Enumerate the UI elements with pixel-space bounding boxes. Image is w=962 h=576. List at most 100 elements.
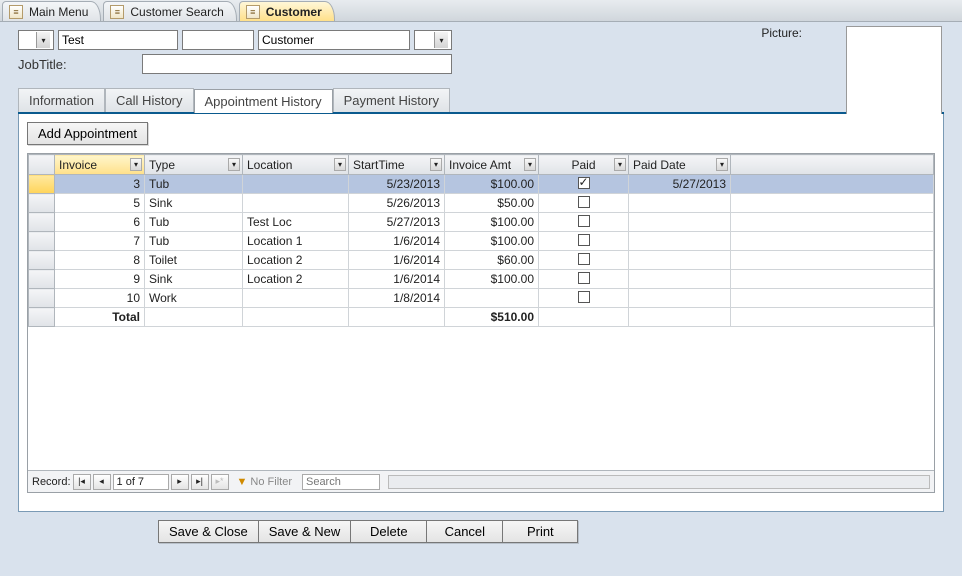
cell-paid-date[interactable]: 5/27/2013 (629, 175, 731, 194)
title-combo[interactable]: ▾ (18, 30, 54, 50)
cell-paid[interactable] (539, 194, 629, 213)
row-selector-header[interactable] (29, 155, 55, 175)
col-invoice-amount[interactable]: Invoice Amt▾ (445, 155, 539, 175)
cell-location[interactable] (243, 175, 349, 194)
cell-paid-date[interactable] (629, 270, 731, 289)
cell-paid[interactable] (539, 270, 629, 289)
save-close-button[interactable]: Save & Close (158, 520, 258, 543)
cell-invoice[interactable]: 3 (55, 175, 145, 194)
cancel-button[interactable]: Cancel (426, 520, 502, 543)
chevron-down-icon[interactable]: ▾ (524, 158, 536, 171)
cell-paid[interactable] (539, 175, 629, 194)
table-row[interactable]: 8ToiletLocation 21/6/2014$60.00 (29, 251, 934, 270)
checkbox-icon[interactable] (578, 196, 590, 208)
table-row[interactable]: 7TubLocation 11/6/2014$100.00 (29, 232, 934, 251)
cell-starttime[interactable]: 1/8/2014 (349, 289, 445, 308)
table-row[interactable]: 3Tub5/23/2013$100.005/27/2013 (29, 175, 934, 194)
checkbox-icon[interactable] (578, 234, 590, 246)
cell-invoice-amount[interactable]: $100.00 (445, 213, 539, 232)
tab-customer-search[interactable]: ≡ Customer Search (103, 1, 236, 21)
cell-location[interactable] (243, 194, 349, 213)
nav-new-button[interactable]: ▸* (211, 474, 229, 490)
appointment-grid[interactable]: Invoice▾ Type▾ Location▾ StartTime▾ Invo… (28, 154, 934, 470)
tab-call-history[interactable]: Call History (105, 88, 193, 112)
cell-type[interactable]: Tub (145, 175, 243, 194)
chevron-down-icon[interactable]: ▾ (614, 158, 626, 171)
checkbox-icon[interactable] (578, 177, 590, 189)
col-type[interactable]: Type▾ (145, 155, 243, 175)
col-starttime[interactable]: StartTime▾ (349, 155, 445, 175)
job-title-field[interactable] (142, 54, 452, 74)
row-selector[interactable] (29, 289, 55, 308)
last-name-field[interactable] (258, 30, 410, 50)
chevron-down-icon[interactable]: ▾ (228, 158, 240, 171)
cell-starttime[interactable]: 5/27/2013 (349, 213, 445, 232)
delete-button[interactable]: Delete (350, 520, 426, 543)
row-selector[interactable] (29, 213, 55, 232)
checkbox-icon[interactable] (578, 272, 590, 284)
nav-next-button[interactable]: ▸ (171, 474, 189, 490)
cell-type[interactable]: Toilet (145, 251, 243, 270)
table-row[interactable]: 9SinkLocation 21/6/2014$100.00 (29, 270, 934, 289)
tab-main-menu[interactable]: ≡ Main Menu (2, 1, 101, 21)
table-row[interactable]: 6TubTest Loc5/27/2013$100.00 (29, 213, 934, 232)
row-selector[interactable] (29, 175, 55, 194)
cell-paid-date[interactable] (629, 194, 731, 213)
cell-invoice-amount[interactable]: $100.00 (445, 232, 539, 251)
cell-paid-date[interactable] (629, 232, 731, 251)
cell-paid-date[interactable] (629, 289, 731, 308)
cell-invoice-amount[interactable]: $60.00 (445, 251, 539, 270)
chevron-down-icon[interactable]: ▾ (716, 158, 728, 171)
cell-invoice[interactable]: 9 (55, 270, 145, 289)
record-position[interactable]: 1 of 7 (113, 474, 169, 490)
checkbox-icon[interactable] (578, 291, 590, 303)
tab-payment-history[interactable]: Payment History (333, 88, 450, 112)
cell-paid[interactable] (539, 232, 629, 251)
picture-box[interactable] (846, 26, 942, 116)
cell-starttime[interactable]: 1/6/2014 (349, 251, 445, 270)
tab-information[interactable]: Information (18, 88, 105, 112)
cell-type[interactable]: Sink (145, 270, 243, 289)
cell-location[interactable]: Location 2 (243, 251, 349, 270)
record-search-input[interactable]: Search (302, 474, 380, 490)
cell-starttime[interactable]: 5/26/2013 (349, 194, 445, 213)
middle-name-field[interactable] (182, 30, 254, 50)
nav-prev-button[interactable]: ◂ (93, 474, 111, 490)
filter-indicator[interactable]: ▼ No Filter (237, 476, 292, 488)
cell-paid[interactable] (539, 251, 629, 270)
table-row[interactable]: 5Sink5/26/2013$50.00 (29, 194, 934, 213)
checkbox-icon[interactable] (578, 253, 590, 265)
cell-invoice[interactable]: 10 (55, 289, 145, 308)
cell-invoice[interactable]: 8 (55, 251, 145, 270)
cell-invoice-amount[interactable] (445, 289, 539, 308)
cell-starttime[interactable]: 1/6/2014 (349, 270, 445, 289)
first-name-field[interactable] (58, 30, 178, 50)
cell-invoice[interactable]: 7 (55, 232, 145, 251)
chevron-down-icon[interactable]: ▾ (130, 158, 142, 171)
col-paid-date[interactable]: Paid Date▾ (629, 155, 731, 175)
cell-type[interactable]: Tub (145, 232, 243, 251)
cell-type[interactable]: Work (145, 289, 243, 308)
row-selector[interactable] (29, 232, 55, 251)
add-appointment-button[interactable]: Add Appointment (27, 122, 148, 145)
cell-invoice-amount[interactable]: $50.00 (445, 194, 539, 213)
cell-type[interactable]: Tub (145, 213, 243, 232)
table-row[interactable]: 10Work 1/8/2014 (29, 289, 934, 308)
cell-invoice-amount[interactable]: $100.00 (445, 270, 539, 289)
col-paid[interactable]: Paid▾ (539, 155, 629, 175)
row-selector[interactable] (29, 194, 55, 213)
cell-paid[interactable] (539, 289, 629, 308)
nav-last-button[interactable]: ▸| (191, 474, 209, 490)
row-selector[interactable] (29, 251, 55, 270)
tab-customer[interactable]: ≡ Customer (239, 1, 335, 21)
tab-appointment-history[interactable]: Appointment History (194, 89, 333, 113)
cell-location[interactable]: Test Loc (243, 213, 349, 232)
col-invoice[interactable]: Invoice▾ (55, 155, 145, 175)
cell-paid-date[interactable] (629, 251, 731, 270)
cell-type[interactable]: Sink (145, 194, 243, 213)
cell-location[interactable] (243, 289, 349, 308)
nav-first-button[interactable]: |◂ (73, 474, 91, 490)
row-selector[interactable] (29, 270, 55, 289)
col-location[interactable]: Location▾ (243, 155, 349, 175)
cell-location[interactable]: Location 1 (243, 232, 349, 251)
